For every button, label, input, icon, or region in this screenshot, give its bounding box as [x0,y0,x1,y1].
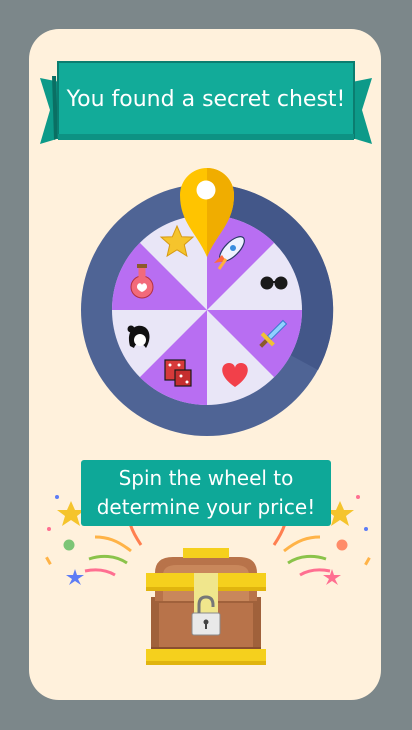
instruction-line-2: determine your price! [96,495,316,519]
banner-title: You found a secret chest! [66,86,346,112]
prize-wheel[interactable] [80,165,334,440]
spin-instruction: Spin the wheel to determine your price! [81,460,331,526]
instruction-line-1: Spin the wheel to [118,466,294,490]
treasure-chest-icon[interactable] [143,545,269,670]
hair-icon [127,325,150,348]
